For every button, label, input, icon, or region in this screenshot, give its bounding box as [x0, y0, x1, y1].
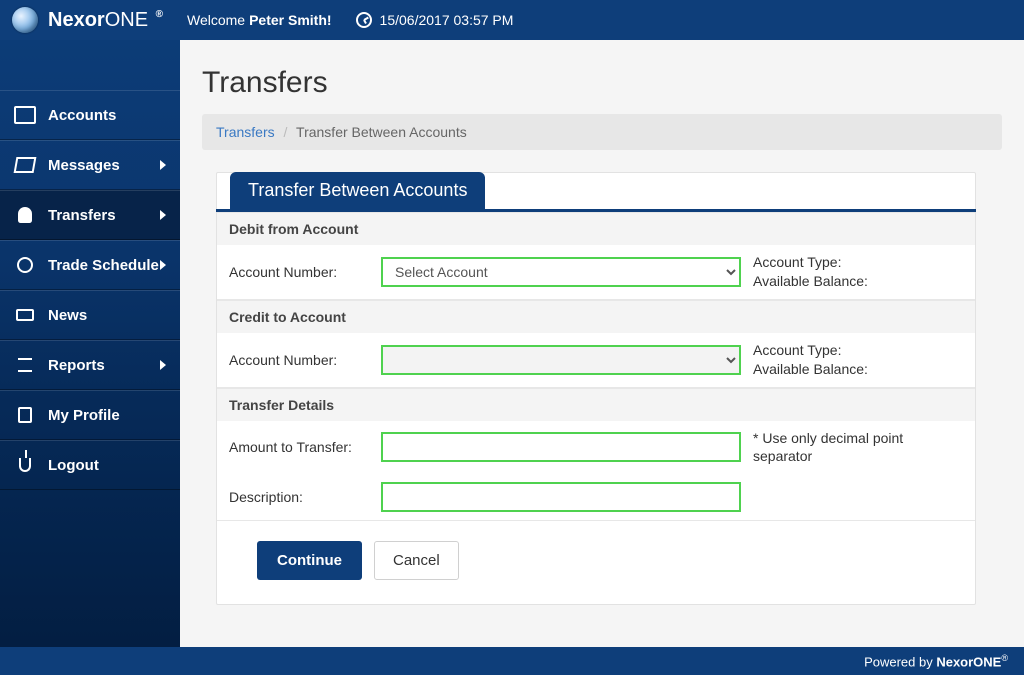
label-debit-available-balance: Available Balance: [753, 272, 963, 291]
section-credit: Credit to Account Account Number: Accoun… [217, 300, 975, 388]
label-credit-account-number: Account Number: [229, 352, 369, 368]
chevron-right-icon [160, 210, 166, 220]
transfers-icon [14, 205, 36, 225]
card-tab-row: Transfer Between Accounts [216, 172, 976, 212]
chevron-right-icon [160, 160, 166, 170]
section-transfer-details: Transfer Details Amount to Transfer: * U… [217, 388, 975, 522]
sidebar-item-label: Messages [48, 157, 120, 174]
chevron-right-icon [160, 360, 166, 370]
brand-reg: ® [156, 9, 163, 20]
sidebar-item-transfers[interactable]: Transfers [0, 190, 180, 240]
sidebar-item-label: Accounts [48, 107, 116, 124]
reports-icon [18, 358, 32, 372]
section-head-credit: Credit to Account [217, 300, 975, 333]
brand-part1: Nexor [48, 9, 105, 31]
breadcrumb: Transfers / Transfer Between Accounts [202, 114, 1002, 150]
footer-brand: NexorONE [936, 654, 1001, 669]
debit-account-select[interactable]: Select Account [381, 257, 741, 287]
amount-hint: * Use only decimal point separator [753, 429, 963, 467]
credit-account-select[interactable] [381, 345, 741, 375]
sidebar-item-logout[interactable]: Logout [0, 440, 180, 490]
page-title: Transfers [202, 66, 1002, 100]
transfer-card: Transfer Between Accounts Debit from Acc… [216, 172, 976, 605]
welcome-user: Peter Smith! [249, 12, 331, 28]
main-content: Transfers Transfers / Transfer Between A… [180, 40, 1024, 647]
clock-icon [356, 12, 372, 28]
trade-schedule-icon [17, 257, 33, 273]
label-credit-available-balance: Available Balance: [753, 360, 963, 379]
section-head-debit: Debit from Account [217, 212, 975, 245]
messages-icon [14, 155, 36, 175]
sidebar-item-label: Transfers [48, 207, 116, 224]
sidebar-item-news[interactable]: News [0, 290, 180, 340]
sidebar: Accounts Messages Transfers Trade Schedu… [0, 40, 180, 647]
top-bar: NexorONE ® Welcome Peter Smith! 15/06/20… [0, 0, 1024, 40]
sidebar-item-label: Logout [48, 457, 99, 474]
footer: Powered by NexorONE® [0, 647, 1024, 675]
sidebar-item-reports[interactable]: Reports [0, 340, 180, 390]
label-credit-account-type: Account Type: [753, 341, 963, 360]
brand-part2: ONE [105, 9, 148, 31]
label-description: Description: [229, 489, 369, 505]
footer-prefix: Powered by [864, 654, 936, 669]
brand-logo-mark-icon [12, 7, 38, 33]
sidebar-item-label: News [48, 307, 87, 324]
amount-input[interactable] [381, 432, 741, 462]
footer-reg: ® [1001, 653, 1008, 663]
header-datetime: 15/06/2017 03:57 PM [356, 12, 514, 28]
cancel-button[interactable]: Cancel [374, 541, 459, 580]
sidebar-item-label: Reports [48, 357, 105, 374]
label-debit-account-number: Account Number: [229, 264, 369, 280]
form-actions: Continue Cancel [217, 521, 975, 604]
chevron-right-icon [160, 260, 166, 270]
sidebar-item-my-profile[interactable]: My Profile [0, 390, 180, 440]
breadcrumb-separator: / [284, 124, 288, 140]
news-icon [16, 309, 34, 321]
sidebar-item-messages[interactable]: Messages [0, 140, 180, 190]
label-amount: Amount to Transfer: [229, 439, 369, 455]
continue-button[interactable]: Continue [257, 541, 362, 580]
logout-icon [19, 458, 31, 472]
breadcrumb-link-transfers[interactable]: Transfers [216, 124, 275, 140]
description-input[interactable] [381, 482, 741, 512]
accounts-icon [14, 105, 36, 125]
sidebar-item-label: Trade Schedule [48, 257, 159, 274]
label-debit-account-type: Account Type: [753, 253, 963, 272]
welcome-text: Welcome Peter Smith! [187, 12, 332, 28]
welcome-prefix: Welcome [187, 12, 245, 28]
tab-transfer-between-accounts[interactable]: Transfer Between Accounts [230, 172, 485, 209]
breadcrumb-current: Transfer Between Accounts [296, 124, 467, 140]
section-head-details: Transfer Details [217, 388, 975, 421]
sidebar-item-label: My Profile [48, 407, 120, 424]
datetime-text: 15/06/2017 03:57 PM [380, 12, 514, 28]
brand-logo[interactable]: NexorONE ® [12, 7, 163, 33]
sidebar-item-trade-schedule[interactable]: Trade Schedule [0, 240, 180, 290]
my-profile-icon [18, 407, 32, 423]
sidebar-item-accounts[interactable]: Accounts [0, 90, 180, 140]
section-debit: Debit from Account Account Number: Selec… [217, 212, 975, 300]
